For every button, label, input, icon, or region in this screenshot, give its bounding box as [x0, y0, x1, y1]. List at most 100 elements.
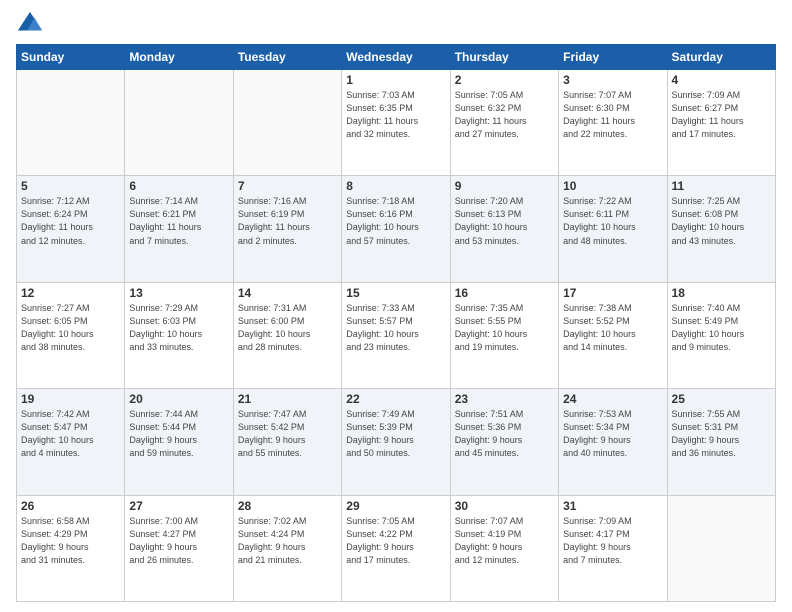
- day-info: Sunrise: 7:53 AM Sunset: 5:34 PM Dayligh…: [563, 408, 662, 460]
- day-number: 18: [672, 286, 771, 300]
- day-number: 27: [129, 499, 228, 513]
- day-info: Sunrise: 7:16 AM Sunset: 6:19 PM Dayligh…: [238, 195, 337, 247]
- weekday-header-friday: Friday: [559, 45, 667, 70]
- day-number: 17: [563, 286, 662, 300]
- calendar-cell: 23 Sunrise: 7:51 AM Sunset: 5:36 PM Dayli…: [450, 389, 558, 495]
- calendar-cell: 3 Sunrise: 7:07 AM Sunset: 6:30 PM Daylig…: [559, 70, 667, 176]
- weekday-header-monday: Monday: [125, 45, 233, 70]
- calendar-cell: 29 Sunrise: 7:05 AM Sunset: 4:22 PM Dayli…: [342, 495, 450, 601]
- day-number: 25: [672, 392, 771, 406]
- day-number: 9: [455, 179, 554, 193]
- calendar-cell: 16 Sunrise: 7:35 AM Sunset: 5:55 PM Dayli…: [450, 282, 558, 388]
- day-info: Sunrise: 7:07 AM Sunset: 6:30 PM Dayligh…: [563, 89, 662, 141]
- day-number: 31: [563, 499, 662, 513]
- day-info: Sunrise: 7:14 AM Sunset: 6:21 PM Dayligh…: [129, 195, 228, 247]
- calendar-cell: 6 Sunrise: 7:14 AM Sunset: 6:21 PM Daylig…: [125, 176, 233, 282]
- day-info: Sunrise: 7:51 AM Sunset: 5:36 PM Dayligh…: [455, 408, 554, 460]
- day-info: Sunrise: 7:09 AM Sunset: 4:17 PM Dayligh…: [563, 515, 662, 567]
- day-number: 23: [455, 392, 554, 406]
- weekday-header-thursday: Thursday: [450, 45, 558, 70]
- day-info: Sunrise: 7:20 AM Sunset: 6:13 PM Dayligh…: [455, 195, 554, 247]
- day-info: Sunrise: 7:33 AM Sunset: 5:57 PM Dayligh…: [346, 302, 445, 354]
- day-info: Sunrise: 6:58 AM Sunset: 4:29 PM Dayligh…: [21, 515, 120, 567]
- calendar-cell: 1 Sunrise: 7:03 AM Sunset: 6:35 PM Daylig…: [342, 70, 450, 176]
- day-number: 11: [672, 179, 771, 193]
- day-info: Sunrise: 7:42 AM Sunset: 5:47 PM Dayligh…: [21, 408, 120, 460]
- day-info: Sunrise: 7:29 AM Sunset: 6:03 PM Dayligh…: [129, 302, 228, 354]
- day-number: 5: [21, 179, 120, 193]
- day-number: 24: [563, 392, 662, 406]
- calendar-cell: [125, 70, 233, 176]
- day-number: 28: [238, 499, 337, 513]
- day-info: Sunrise: 7:09 AM Sunset: 6:27 PM Dayligh…: [672, 89, 771, 141]
- day-info: Sunrise: 7:02 AM Sunset: 4:24 PM Dayligh…: [238, 515, 337, 567]
- weekday-header-sunday: Sunday: [17, 45, 125, 70]
- day-info: Sunrise: 7:47 AM Sunset: 5:42 PM Dayligh…: [238, 408, 337, 460]
- day-number: 21: [238, 392, 337, 406]
- weekday-header-wednesday: Wednesday: [342, 45, 450, 70]
- day-number: 12: [21, 286, 120, 300]
- day-number: 2: [455, 73, 554, 87]
- day-number: 6: [129, 179, 228, 193]
- day-number: 26: [21, 499, 120, 513]
- day-info: Sunrise: 7:12 AM Sunset: 6:24 PM Dayligh…: [21, 195, 120, 247]
- day-number: 16: [455, 286, 554, 300]
- calendar-cell: 17 Sunrise: 7:38 AM Sunset: 5:52 PM Dayli…: [559, 282, 667, 388]
- calendar-cell: 7Sunrise: 7:16 AM Sunset: 6:19 PM Daylig…: [233, 176, 341, 282]
- calendar-cell: 30Sunrise: 7:07 AM Sunset: 4:19 PM Dayli…: [450, 495, 558, 601]
- day-number: 4: [672, 73, 771, 87]
- header: [16, 10, 776, 38]
- calendar-week-row: 19 Sunrise: 7:42 AM Sunset: 5:47 PM Dayli…: [17, 389, 776, 495]
- day-number: 29: [346, 499, 445, 513]
- calendar-cell: [667, 495, 775, 601]
- day-number: 15: [346, 286, 445, 300]
- day-info: Sunrise: 7:44 AM Sunset: 5:44 PM Dayligh…: [129, 408, 228, 460]
- logo: [16, 10, 48, 38]
- day-info: Sunrise: 7:55 AM Sunset: 5:31 PM Dayligh…: [672, 408, 771, 460]
- day-number: 13: [129, 286, 228, 300]
- day-info: Sunrise: 7:18 AM Sunset: 6:16 PM Dayligh…: [346, 195, 445, 247]
- day-number: 22: [346, 392, 445, 406]
- day-number: 10: [563, 179, 662, 193]
- calendar-cell: 14 Sunrise: 7:31 AM Sunset: 6:00 PM Dayli…: [233, 282, 341, 388]
- calendar-cell: 5 Sunrise: 7:12 AM Sunset: 6:24 PM Daylig…: [17, 176, 125, 282]
- calendar-table: SundayMondayTuesdayWednesdayThursdayFrid…: [16, 44, 776, 602]
- calendar-week-row: 26 Sunrise: 6:58 AM Sunset: 4:29 PM Dayli…: [17, 495, 776, 601]
- day-info: Sunrise: 7:05 AM Sunset: 4:22 PM Dayligh…: [346, 515, 445, 567]
- calendar-cell: 22 Sunrise: 7:49 AM Sunset: 5:39 PM Dayli…: [342, 389, 450, 495]
- page: SundayMondayTuesdayWednesdayThursdayFrid…: [0, 0, 792, 612]
- calendar-cell: [17, 70, 125, 176]
- calendar-cell: 11 Sunrise: 7:25 AM Sunset: 6:08 PM Dayli…: [667, 176, 775, 282]
- day-number: 19: [21, 392, 120, 406]
- day-info: Sunrise: 7:25 AM Sunset: 6:08 PM Dayligh…: [672, 195, 771, 247]
- calendar-cell: 28 Sunrise: 7:02 AM Sunset: 4:24 PM Dayli…: [233, 495, 341, 601]
- day-number: 20: [129, 392, 228, 406]
- day-info: Sunrise: 7:31 AM Sunset: 6:00 PM Dayligh…: [238, 302, 337, 354]
- calendar-week-row: 1 Sunrise: 7:03 AM Sunset: 6:35 PM Daylig…: [17, 70, 776, 176]
- calendar-cell: 12 Sunrise: 7:27 AM Sunset: 6:05 PM Dayli…: [17, 282, 125, 388]
- logo-icon: [16, 10, 44, 38]
- weekday-header-row: SundayMondayTuesdayWednesdayThursdayFrid…: [17, 45, 776, 70]
- calendar-week-row: 12 Sunrise: 7:27 AM Sunset: 6:05 PM Dayli…: [17, 282, 776, 388]
- day-info: Sunrise: 7:35 AM Sunset: 5:55 PM Dayligh…: [455, 302, 554, 354]
- calendar-week-row: 5 Sunrise: 7:12 AM Sunset: 6:24 PM Daylig…: [17, 176, 776, 282]
- calendar-cell: [233, 70, 341, 176]
- day-number: 14: [238, 286, 337, 300]
- day-info: Sunrise: 7:22 AM Sunset: 6:11 PM Dayligh…: [563, 195, 662, 247]
- calendar-cell: 8 Sunrise: 7:18 AM Sunset: 6:16 PM Daylig…: [342, 176, 450, 282]
- day-number: 30: [455, 499, 554, 513]
- calendar-cell: 27Sunrise: 7:00 AM Sunset: 4:27 PM Dayli…: [125, 495, 233, 601]
- calendar-cell: 25 Sunrise: 7:55 AM Sunset: 5:31 PM Dayli…: [667, 389, 775, 495]
- day-info: Sunrise: 7:03 AM Sunset: 6:35 PM Dayligh…: [346, 89, 445, 141]
- day-info: Sunrise: 7:49 AM Sunset: 5:39 PM Dayligh…: [346, 408, 445, 460]
- weekday-header-saturday: Saturday: [667, 45, 775, 70]
- calendar-cell: 4 Sunrise: 7:09 AM Sunset: 6:27 PM Daylig…: [667, 70, 775, 176]
- day-info: Sunrise: 7:05 AM Sunset: 6:32 PM Dayligh…: [455, 89, 554, 141]
- day-number: 3: [563, 73, 662, 87]
- day-number: 8: [346, 179, 445, 193]
- day-info: Sunrise: 7:38 AM Sunset: 5:52 PM Dayligh…: [563, 302, 662, 354]
- day-info: Sunrise: 7:40 AM Sunset: 5:49 PM Dayligh…: [672, 302, 771, 354]
- calendar-cell: 19 Sunrise: 7:42 AM Sunset: 5:47 PM Dayli…: [17, 389, 125, 495]
- day-info: Sunrise: 7:27 AM Sunset: 6:05 PM Dayligh…: [21, 302, 120, 354]
- day-number: 1: [346, 73, 445, 87]
